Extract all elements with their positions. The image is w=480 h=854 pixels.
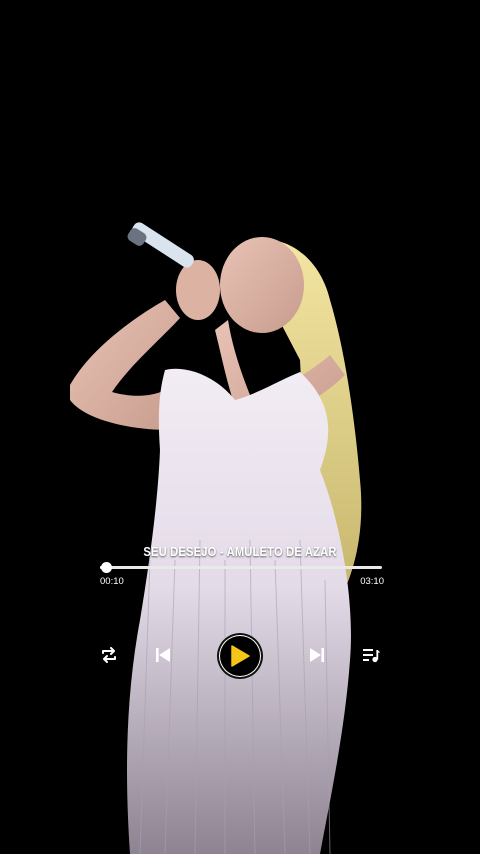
music-player-screen: SEU DESEJO - AMULETO DE AZAR 00:10 03:10 (0, 0, 480, 854)
skip-previous-icon (155, 647, 171, 663)
play-button-inner (220, 636, 260, 676)
track-title: SEU DESEJO - AMULETO DE AZAR (143, 544, 337, 559)
repeat-button[interactable] (98, 645, 120, 665)
queue-button[interactable] (360, 645, 382, 665)
play-icon (230, 645, 250, 667)
artist-photo (0, 0, 480, 854)
next-button[interactable] (306, 645, 328, 665)
playlist-icon (362, 647, 380, 663)
play-button[interactable] (217, 633, 263, 679)
progress-handle[interactable] (100, 562, 112, 573)
total-duration: 03:10 (360, 576, 384, 587)
repeat-icon (100, 647, 118, 663)
progress-bar[interactable] (100, 562, 382, 573)
skip-next-icon (309, 647, 325, 663)
elapsed-time: 00:10 (100, 576, 124, 587)
previous-button[interactable] (152, 645, 174, 665)
